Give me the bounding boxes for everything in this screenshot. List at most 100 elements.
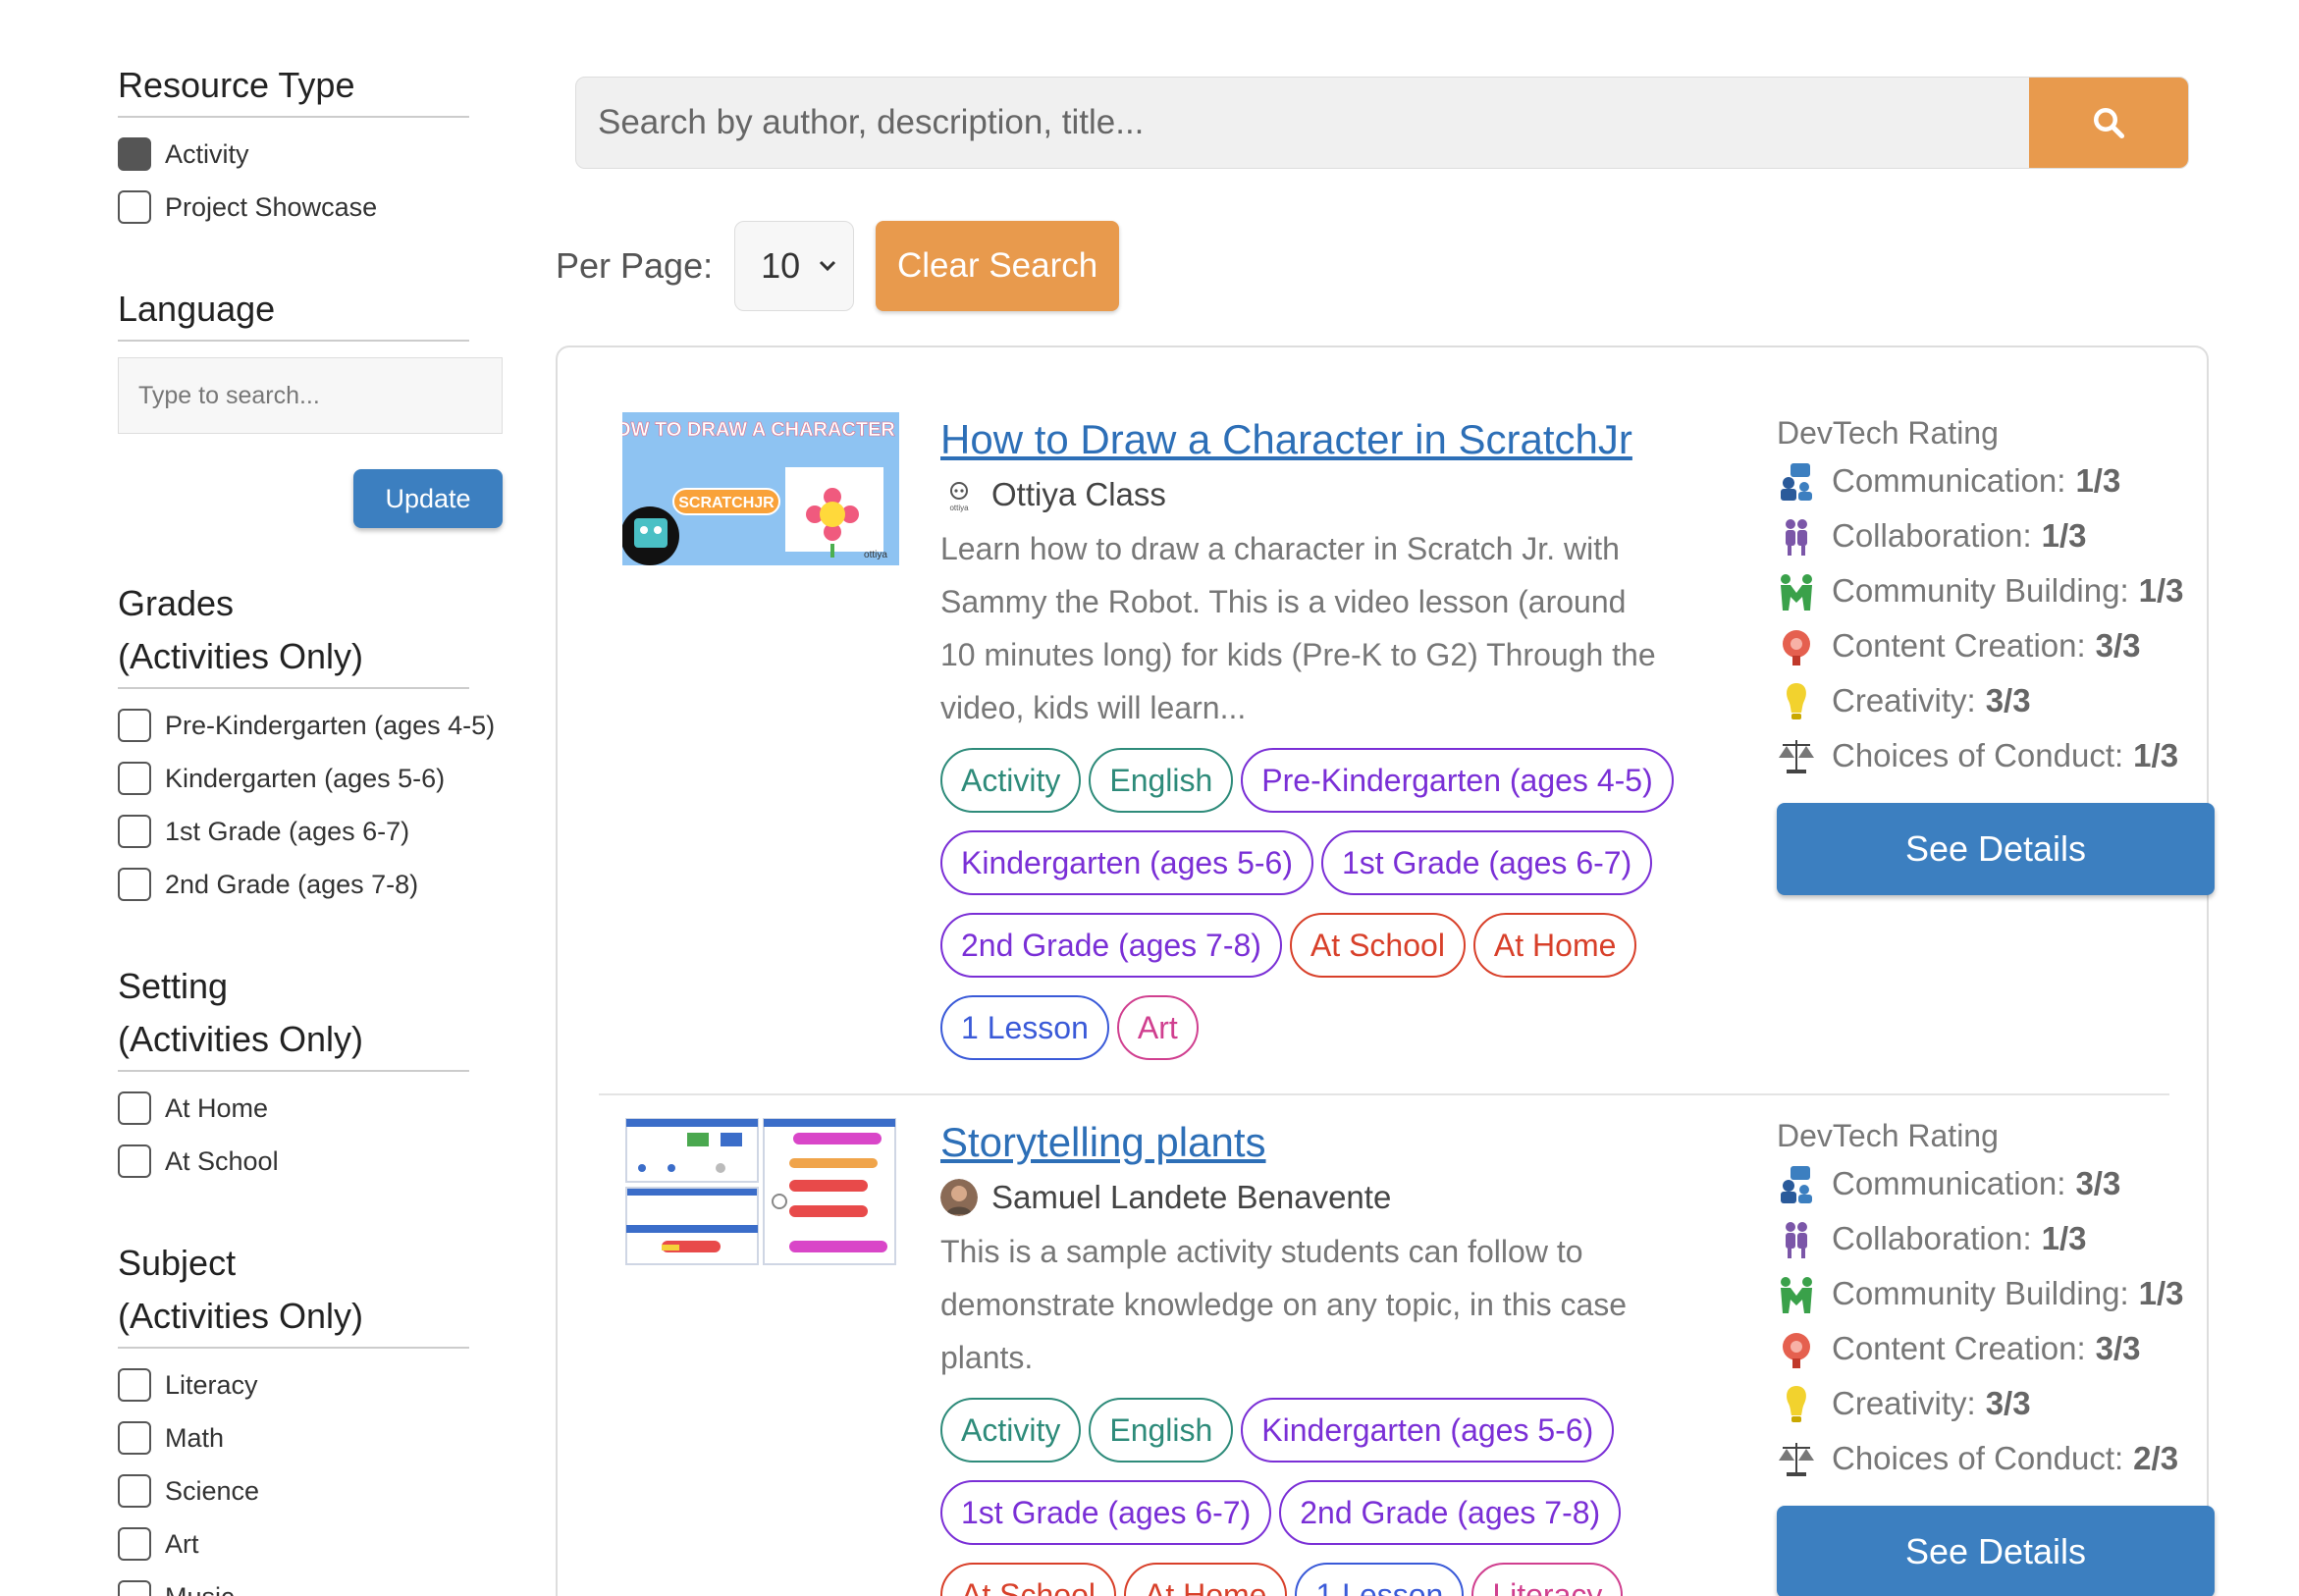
- filter-title: Grades (Activities Only): [118, 577, 469, 689]
- tag[interactable]: 1 Lesson: [940, 995, 1109, 1060]
- filter-option-literacy[interactable]: Literacy: [118, 1358, 510, 1411]
- filter-option-kindergarten[interactable]: Kindergarten (ages 5-6): [118, 752, 510, 805]
- option-label: Activity: [165, 138, 249, 169]
- filter-title-main: Grades: [118, 583, 235, 623]
- rating-label: Choices of Conduct:: [1832, 1440, 2124, 1476]
- filter-option-1st-grade[interactable]: 1st Grade (ages 6-7): [118, 805, 510, 858]
- tag[interactable]: English: [1089, 748, 1234, 813]
- checkbox[interactable]: [118, 1368, 151, 1402]
- tag[interactable]: 2nd Grade (ages 7-8): [940, 913, 1282, 978]
- author-avatar: ottiya: [949, 482, 969, 512]
- rating-value: 3/3: [1985, 1385, 2031, 1421]
- checkbox[interactable]: [118, 868, 151, 901]
- option-label: Kindergarten (ages 5-6): [165, 763, 446, 793]
- checkbox[interactable]: [118, 1091, 151, 1125]
- creativity-icon: [1787, 1386, 1806, 1422]
- language-search-input[interactable]: [118, 357, 503, 434]
- filter-option-project-showcase[interactable]: Project Showcase: [118, 181, 510, 234]
- scale-icon: [1779, 740, 1814, 773]
- tag[interactable]: English: [1089, 1398, 1234, 1463]
- checkbox[interactable]: [118, 815, 151, 848]
- devtech-rating: DevTech Rating Communication: 1/3 Collabo…: [1777, 412, 2219, 895]
- author-avatar: [940, 1179, 978, 1216]
- filter-option-2nd-grade[interactable]: 2nd Grade (ages 7-8): [118, 858, 510, 911]
- tag[interactable]: Activity: [940, 748, 1082, 813]
- tag[interactable]: 1st Grade (ages 6-7): [1320, 830, 1653, 895]
- option-label: Literacy: [165, 1369, 258, 1400]
- tag[interactable]: Art: [1116, 995, 1199, 1060]
- rating-label: Communication:: [1832, 462, 2066, 499]
- per-page-select[interactable]: 10: [734, 221, 855, 311]
- tag[interactable]: Activity: [940, 1398, 1082, 1463]
- checkbox[interactable]: [118, 1421, 151, 1455]
- tag[interactable]: At Home: [1123, 1563, 1288, 1596]
- option-label: Pre-Kindergarten (ages 4-5): [165, 710, 496, 740]
- rating-value: 1/3: [2133, 737, 2179, 773]
- resource-title-link[interactable]: How to Draw a Character in ScratchJr: [940, 412, 1667, 467]
- option-label: Math: [165, 1422, 225, 1453]
- checkbox[interactable]: [118, 709, 151, 742]
- filter-subject: Subject (Activities Only) Literacy Math …: [118, 1237, 510, 1596]
- card-divider: [599, 1093, 2169, 1095]
- filter-title-main: Subject: [118, 1243, 237, 1283]
- tag[interactable]: At Home: [1472, 913, 1637, 978]
- clear-search-button[interactable]: Clear Search: [876, 221, 1120, 311]
- rating-label: Communication:: [1832, 1165, 2066, 1201]
- option-label: 1st Grade (ages 6-7): [165, 816, 410, 846]
- filter-option-music[interactable]: Music: [118, 1570, 510, 1596]
- rating-label: Community Building:: [1832, 572, 2129, 609]
- checkbox[interactable]: [118, 190, 151, 224]
- checkbox[interactable]: [118, 137, 151, 171]
- checkbox[interactable]: [118, 1527, 151, 1561]
- update-button[interactable]: Update: [353, 469, 503, 528]
- resource-thumbnail[interactable]: HOW TO DRAW A CHARACTER IN SCRATCHJR ott…: [622, 412, 899, 565]
- creativity-icon: [1787, 683, 1806, 719]
- tag[interactable]: 2nd Grade (ages 7-8): [1279, 1480, 1622, 1545]
- filter-option-science[interactable]: Science: [118, 1464, 510, 1517]
- tag[interactable]: Kindergarten (ages 5-6): [940, 830, 1313, 895]
- tag[interactable]: At School: [1289, 913, 1466, 978]
- filter-option-art[interactable]: Art: [118, 1517, 510, 1570]
- see-details-button[interactable]: See Details: [1777, 1506, 2215, 1596]
- thumbnail-brand: ottiya: [864, 550, 887, 560]
- checkbox[interactable]: [118, 1474, 151, 1508]
- community-building-icon: [1781, 1277, 1812, 1313]
- tag[interactable]: 1 Lesson: [1295, 1563, 1465, 1596]
- tag[interactable]: 1st Grade (ages 6-7): [940, 1480, 1272, 1545]
- see-details-button[interactable]: See Details: [1777, 803, 2215, 895]
- author-name: Ottiya Class: [991, 476, 1166, 512]
- search-button[interactable]: [2029, 78, 2188, 168]
- filter-option-math[interactable]: Math: [118, 1411, 510, 1464]
- checkbox[interactable]: [118, 1144, 151, 1178]
- option-label: At School: [165, 1145, 279, 1176]
- checkbox[interactable]: [118, 762, 151, 795]
- chevron-down-icon: [820, 260, 836, 272]
- filter-title-sub: (Activities Only): [118, 1019, 364, 1059]
- rating-row: Communication: 3/3: [1777, 1156, 2219, 1211]
- rating-label: Content Creation:: [1832, 627, 2086, 664]
- filter-title: Setting (Activities Only): [118, 960, 469, 1072]
- tag[interactable]: At School: [940, 1563, 1116, 1596]
- filter-sidebar: Resource Type Activity Project Showcase …: [118, 59, 510, 1596]
- filter-option-pre-k[interactable]: Pre-Kindergarten (ages 4-5): [118, 699, 510, 752]
- tag[interactable]: Kindergarten (ages 5-6): [1241, 1398, 1615, 1463]
- rating-value: 3/3: [1985, 682, 2031, 718]
- rating-label: Creativity:: [1832, 682, 1976, 718]
- resource-thumbnail[interactable]: [622, 1115, 899, 1268]
- option-label: Science: [165, 1475, 260, 1506]
- filter-grades: Grades (Activities Only) Pre-Kindergarte…: [118, 577, 510, 911]
- rating-label: Community Building:: [1832, 1275, 2129, 1311]
- rating-title: DevTech Rating: [1777, 415, 1999, 451]
- filter-title: Subject (Activities Only): [118, 1237, 469, 1349]
- filter-option-at-school[interactable]: At School: [118, 1135, 510, 1188]
- resource-title-link[interactable]: Storytelling plants: [940, 1115, 1667, 1170]
- filter-option-at-home[interactable]: At Home: [118, 1082, 510, 1135]
- filter-option-activity[interactable]: Activity: [118, 128, 510, 181]
- search-input[interactable]: [576, 78, 2029, 168]
- option-label: 2nd Grade (ages 7-8): [165, 869, 419, 899]
- tag[interactable]: Pre-Kindergarten (ages 4-5): [1241, 748, 1674, 813]
- rating-row: Collaboration: 1/3: [1777, 1211, 2219, 1266]
- rating-row: Creativity: 3/3: [1777, 1376, 2219, 1431]
- tag[interactable]: Literacy: [1471, 1563, 1624, 1596]
- checkbox[interactable]: [118, 1580, 151, 1596]
